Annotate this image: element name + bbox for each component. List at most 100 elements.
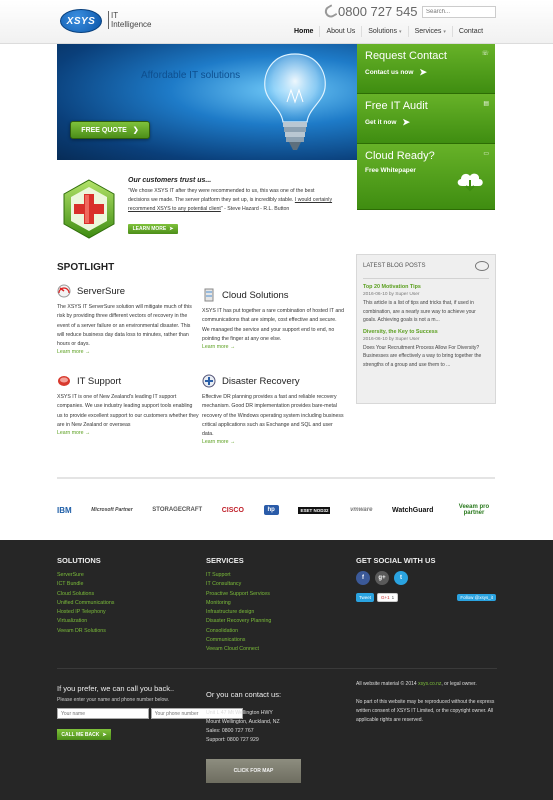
partner-logo[interactable]: IBM bbox=[57, 506, 72, 515]
free-quote-button[interactable]: FREE QUOTE ❯ bbox=[70, 121, 150, 139]
nav-about-us[interactable]: About Us bbox=[319, 26, 361, 37]
panel-title: Cloud Ready? bbox=[365, 150, 435, 162]
footer-link[interactable]: Veeam Cloud Connect bbox=[206, 645, 271, 654]
spotlight-item-body: The XSYS IT ServerSure solution will mit… bbox=[57, 304, 192, 348]
spotlight-item-title[interactable]: ServerSure bbox=[77, 286, 125, 297]
nav-label: Services bbox=[414, 28, 442, 35]
twitter-icon[interactable]: t bbox=[394, 571, 408, 585]
phone-number: 0800 727 545 bbox=[338, 4, 418, 19]
call-me-back-button[interactable]: CALL ME BACK ➤ bbox=[57, 729, 111, 740]
spotlight-title: SPOTLIGHT bbox=[57, 262, 115, 273]
learn-more-link[interactable]: Learn more → bbox=[202, 439, 344, 445]
site-link[interactable]: xsys.co.nz bbox=[418, 681, 441, 687]
spotlight-item-body: XSYS IT has put together a rare combinat… bbox=[202, 308, 344, 342]
footer-link[interactable]: Cloud Solutions bbox=[57, 590, 114, 599]
footer-link[interactable]: Consolidation bbox=[206, 627, 271, 636]
partner-logo[interactable]: STORAGECRAFT bbox=[152, 507, 202, 513]
nav-contact[interactable]: Contact bbox=[451, 26, 489, 37]
spotlight-disaster-recovery: Disaster Recovery Effective DR planning … bbox=[202, 374, 344, 445]
nav-label: Home bbox=[294, 28, 314, 35]
footer-solutions: SOLUTIONS ServerSure ICT Bundle Cloud So… bbox=[57, 556, 114, 636]
partner-logo[interactable]: Microsoft Partner bbox=[91, 507, 132, 513]
hero-title: Affordable IT solutions bbox=[141, 70, 241, 81]
lightbulb-image bbox=[264, 53, 326, 150]
audit-icon: ▤ bbox=[483, 101, 489, 107]
partner-logos: IBM Microsoft Partner STORAGECRAFT CISCO… bbox=[57, 498, 495, 522]
partner-logo[interactable]: vmware bbox=[350, 507, 372, 513]
search-input[interactable] bbox=[422, 6, 496, 18]
nav-label: Solutions bbox=[368, 28, 398, 35]
google-plus-icon[interactable]: g+ bbox=[375, 571, 389, 585]
spotlight-item-title[interactable]: Disaster Recovery bbox=[222, 376, 300, 387]
footer-link[interactable]: Monitoring bbox=[206, 599, 271, 608]
blog-post-title[interactable]: Diversity, the Key to Success bbox=[363, 329, 489, 335]
panel-sub: Contact us now bbox=[365, 69, 414, 76]
server-icon bbox=[204, 288, 214, 302]
blog-post-body: This article is a list of tips and trick… bbox=[363, 300, 476, 324]
facebook-icon[interactable]: f bbox=[356, 571, 370, 585]
footer-link[interactable]: Disaster Recovery Planning bbox=[206, 617, 271, 626]
footer-link[interactable]: IT Consultancy bbox=[206, 580, 271, 589]
footer-link[interactable]: IT Support bbox=[206, 571, 271, 580]
follow-twitter-button[interactable]: Follow @xsys_it bbox=[457, 594, 496, 601]
name-input[interactable] bbox=[57, 708, 149, 719]
legal-text: No part of this website may be reproduce… bbox=[356, 699, 495, 723]
panel-sub: Free Whitepaper bbox=[365, 167, 416, 174]
partner-logo[interactable]: hp bbox=[263, 505, 279, 515]
spotlight-item-body: Effective DR planning provides a fast an… bbox=[202, 394, 344, 438]
header-phone[interactable]: 0800 727 545 bbox=[322, 3, 418, 20]
xsys-logo[interactable]: XSYS bbox=[60, 9, 102, 33]
contact-line: Mount Wellington, Auckland, NZ bbox=[206, 719, 280, 725]
google-plus-one-button[interactable]: G+1 1 bbox=[377, 593, 399, 602]
blog-post-meta: 2016-06-10 by Super User bbox=[363, 292, 420, 297]
footer-divider bbox=[57, 668, 497, 669]
partner-logo[interactable]: WatchGuard bbox=[392, 507, 433, 514]
click-for-map-button[interactable]: CLICK FOR MAP bbox=[206, 759, 301, 783]
footer-link[interactable]: Communications bbox=[206, 636, 271, 645]
footer-link[interactable]: Veeam DR Solutions bbox=[57, 627, 114, 636]
contact-line: Unit L 47 Mt Wellington HWY bbox=[206, 710, 273, 716]
blog-title: LATEST BLOG POSTS bbox=[363, 263, 426, 269]
partner-logo[interactable]: Veeam pro partner bbox=[453, 504, 495, 516]
blog-post-title[interactable]: Top 20 Motivation Tips bbox=[363, 284, 489, 290]
partner-logo[interactable]: ESET NOD32 bbox=[298, 506, 331, 514]
partner-logo[interactable]: CISCO bbox=[222, 507, 244, 514]
cloud-download-icon bbox=[457, 173, 483, 192]
tweet-button[interactable]: Tweet bbox=[356, 593, 375, 602]
learn-more-link[interactable]: Learn more → bbox=[202, 344, 344, 350]
footer-link[interactable]: Infrastructure design bbox=[206, 608, 271, 617]
panel-request-contact[interactable]: Request Contact Contact us now ➤ ☏ bbox=[357, 44, 495, 94]
spotlight-item-title[interactable]: IT Support bbox=[77, 376, 121, 387]
site-header: XSYS IT Intelligence 0800 727 545 Home A… bbox=[0, 0, 553, 44]
learn-more-link[interactable]: Learn more → bbox=[57, 430, 199, 436]
tweet-label: Tweet bbox=[359, 595, 372, 600]
footer-link[interactable]: Proactive Support Services bbox=[206, 590, 271, 599]
panel-cloud-ready[interactable]: Cloud Ready? Free Whitepaper ▭ bbox=[357, 144, 495, 210]
testimonial-quote: "We chose XSYS IT after they were recomm… bbox=[128, 188, 315, 203]
nav-label: Contact bbox=[458, 28, 484, 35]
footer-link[interactable]: ServerSure bbox=[57, 571, 114, 580]
panel-free-it-audit[interactable]: Free IT Audit Get it now ➤ ▤ bbox=[357, 94, 495, 144]
panel-sub: Get it now bbox=[365, 119, 397, 126]
call-me-back-label: CALL ME BACK bbox=[61, 731, 100, 738]
contact-info: Or you can contact us: Unit L 47 Mt Well… bbox=[206, 690, 301, 783]
panel-title: Free IT Audit bbox=[365, 100, 428, 112]
speech-bubble-icon bbox=[475, 261, 489, 271]
main-nav: Home About Us Solutions ▾ Services ▾ Conta… bbox=[288, 26, 489, 37]
nav-home[interactable]: Home bbox=[288, 26, 319, 37]
tagline-line2: Intelligence bbox=[111, 20, 152, 29]
footer-link[interactable]: Hosted IP Telephony bbox=[57, 608, 114, 617]
nav-services[interactable]: Services ▾ bbox=[407, 26, 452, 37]
gplus-label: G+1 bbox=[381, 595, 390, 600]
arrow-right-icon: ❯ bbox=[132, 127, 139, 134]
footer-link[interactable]: Unified Communications bbox=[57, 599, 114, 608]
spotlight-item-title[interactable]: Cloud Solutions bbox=[222, 290, 289, 301]
nav-solutions[interactable]: Solutions ▾ bbox=[361, 26, 407, 37]
learn-more-button[interactable]: LEARN MORE ➤ bbox=[128, 224, 178, 234]
spotlight-serversure: ServerSure The XSYS IT ServerSure soluti… bbox=[57, 284, 199, 355]
footer-link[interactable]: Virtualization bbox=[57, 617, 114, 626]
footer-link[interactable]: ICT Bundle bbox=[57, 580, 114, 589]
document-icon: ▭ bbox=[483, 151, 489, 157]
copyright-line: All website material © 2014 xsys.co.nz, … bbox=[356, 680, 498, 689]
learn-more-link[interactable]: Learn more → bbox=[57, 349, 199, 355]
